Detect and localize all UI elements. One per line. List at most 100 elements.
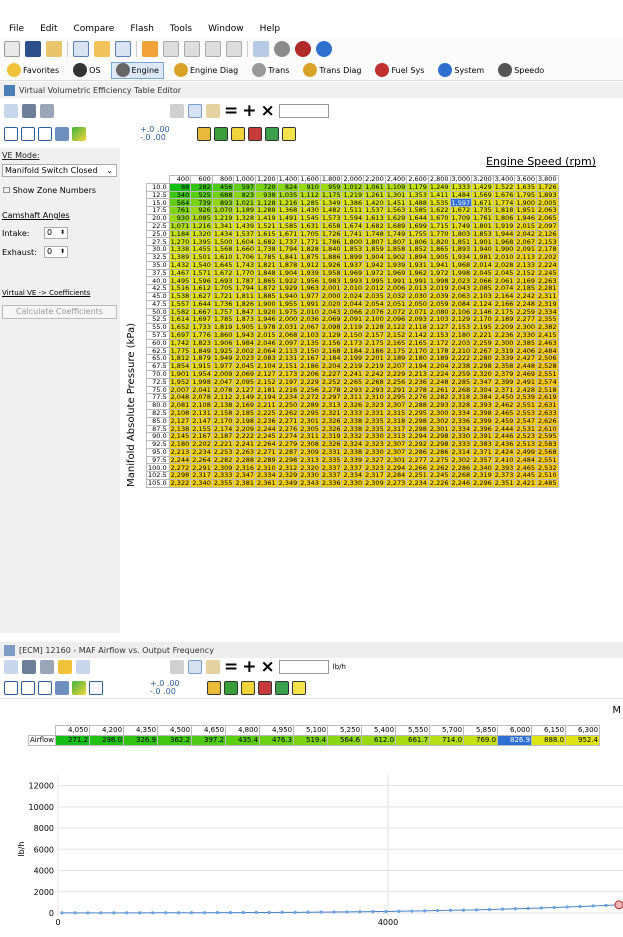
- color-6-icon[interactable]: [292, 681, 306, 695]
- ve-cell[interactable]: 2,045: [471, 268, 494, 278]
- data-point[interactable]: [125, 911, 129, 915]
- ve-cell[interactable]: 1,521: [255, 221, 278, 231]
- data-point[interactable]: [500, 907, 505, 911]
- ve-cell[interactable]: 1,736: [211, 299, 235, 309]
- ve-cell[interactable]: 2,381: [233, 479, 257, 488]
- ve-cell[interactable]: 340: [168, 190, 192, 200]
- ve-cell[interactable]: 1,109: [384, 182, 408, 192]
- ve-cell[interactable]: 823: [233, 190, 257, 200]
- ve-cell[interactable]: 1,952: [168, 377, 192, 387]
- airflow-cell[interactable]: 612.0: [361, 735, 397, 746]
- ve-cell[interactable]: 2,152: [514, 268, 537, 278]
- ve-cell[interactable]: 2,166: [492, 299, 516, 309]
- kpa-header[interactable]: 12.5: [146, 190, 170, 200]
- menu-window[interactable]: Window: [199, 20, 251, 38]
- ve-cell[interactable]: 2,355: [211, 479, 235, 488]
- ve-cell[interactable]: 2,226: [427, 479, 451, 488]
- ve-cell[interactable]: 1,540: [190, 260, 213, 270]
- data-point[interactable]: [397, 909, 401, 913]
- ve-cell[interactable]: 2,256: [384, 377, 408, 387]
- ve-cell[interactable]: 1,585: [276, 221, 300, 231]
- view-chart-icon[interactable]: [89, 681, 103, 695]
- ve-cell[interactable]: 2,271: [276, 416, 300, 426]
- freq-header[interactable]: 6,300: [565, 725, 601, 736]
- ve-cell[interactable]: 1,569: [471, 190, 494, 200]
- ve-cell[interactable]: 1,962: [406, 268, 429, 278]
- ve-cell[interactable]: 1,341: [211, 221, 235, 231]
- ve-cell[interactable]: 2,198: [233, 416, 257, 426]
- ve-cell[interactable]: 2,335: [319, 455, 343, 465]
- ve-cell[interactable]: 1,972: [363, 268, 386, 278]
- data-point[interactable]: [526, 906, 530, 910]
- ve-cell[interactable]: 2,014: [471, 260, 494, 270]
- ve-cell[interactable]: 1,411: [427, 190, 451, 200]
- nav-engine-diag[interactable]: Engine Diag: [170, 62, 242, 79]
- nav-trans[interactable]: Trans: [248, 62, 293, 79]
- ve-cell[interactable]: 959: [319, 182, 343, 192]
- ve-cell[interactable]: 1,429: [471, 182, 494, 192]
- airflow-cell[interactable]: 888.0: [531, 735, 567, 746]
- ve-cell[interactable]: 2,236: [406, 377, 429, 387]
- data-point[interactable]: [151, 911, 155, 915]
- ve-cell[interactable]: 1,012: [341, 182, 365, 192]
- ve-cell[interactable]: 688: [211, 190, 235, 200]
- data-point[interactable]: [358, 910, 362, 914]
- ve-cell[interactable]: 2,551: [535, 455, 559, 465]
- data-point[interactable]: [306, 910, 310, 914]
- view-rows-icon[interactable]: [21, 681, 35, 695]
- ve-cell[interactable]: 2,459: [492, 416, 516, 426]
- paste-icon[interactable]: [206, 660, 220, 674]
- ve-cell[interactable]: 88: [168, 182, 192, 192]
- ve-cell[interactable]: 2,491: [514, 377, 537, 387]
- ve-cell[interactable]: 1,061: [363, 182, 386, 192]
- data-point[interactable]: [552, 905, 556, 910]
- data-point[interactable]: [112, 911, 116, 915]
- ve-cell[interactable]: 2,245: [535, 268, 559, 278]
- airflow-cell[interactable]: 298.0: [89, 735, 125, 746]
- ve-cell[interactable]: 2,421: [514, 479, 537, 488]
- ve-cell[interactable]: 1,676: [492, 190, 516, 200]
- ve-cell[interactable]: 1,749: [449, 221, 473, 231]
- ve-cell[interactable]: 2,259: [471, 338, 494, 348]
- ve-cell[interactable]: 2,042: [514, 229, 537, 239]
- nav-speedo[interactable]: Speedo: [494, 62, 548, 79]
- ve-cell[interactable]: 1,823: [190, 338, 213, 348]
- ve-cell[interactable]: 2,050: [406, 299, 429, 309]
- ve-cell[interactable]: 1,878: [276, 260, 300, 270]
- ve-cell[interactable]: 1,991: [298, 299, 321, 309]
- data-point[interactable]: [449, 908, 453, 912]
- ve-cell[interactable]: 1,803: [449, 229, 473, 239]
- ve-cell[interactable]: 2,244: [168, 455, 192, 465]
- kpa-header[interactable]: 35.0: [146, 260, 170, 270]
- color-1-icon[interactable]: [197, 127, 211, 141]
- freq-header[interactable]: 6,150: [531, 725, 567, 736]
- ve-cell[interactable]: 1,944: [492, 229, 516, 239]
- ve-cell[interactable]: 2,275: [427, 455, 451, 465]
- ve-cell[interactable]: 1,320: [190, 229, 213, 239]
- decimal-buttons[interactable]: +.0 .00 -.0 .00: [140, 126, 170, 142]
- ve-cell[interactable]: 2,054: [363, 299, 386, 309]
- ve-cell[interactable]: 1,742: [168, 338, 192, 348]
- data-point[interactable]: [423, 909, 427, 913]
- ve-cell[interactable]: 1,635: [514, 182, 537, 192]
- data-point[interactable]: [138, 911, 142, 915]
- data-point[interactable]: [254, 910, 258, 915]
- plus-icon[interactable]: +: [242, 659, 256, 676]
- ve-cell[interactable]: 1,353: [406, 190, 429, 200]
- ve-cell[interactable]: 1,801: [471, 221, 494, 231]
- ve-cell[interactable]: 2,318: [384, 416, 408, 426]
- ve-cell[interactable]: 1,998: [449, 268, 473, 278]
- ve-cell[interactable]: 1,537: [233, 229, 257, 239]
- ve-cell[interactable]: 2,126: [535, 229, 559, 239]
- ve-cell[interactable]: 1,969: [341, 268, 365, 278]
- ve-cell[interactable]: 2,175: [363, 338, 386, 348]
- ve-cell[interactable]: 2,484: [514, 455, 537, 465]
- ve-cell[interactable]: 1,969: [384, 268, 408, 278]
- ve-cell[interactable]: 1,682: [363, 221, 386, 231]
- data-point[interactable]: [384, 909, 388, 914]
- kpa-header[interactable]: 72.5: [146, 377, 170, 387]
- copy-icon[interactable]: [188, 660, 202, 674]
- data-point[interactable]: [332, 910, 336, 914]
- ve-cell[interactable]: 1,848: [255, 268, 278, 278]
- ve-cell[interactable]: 1,674: [341, 221, 365, 231]
